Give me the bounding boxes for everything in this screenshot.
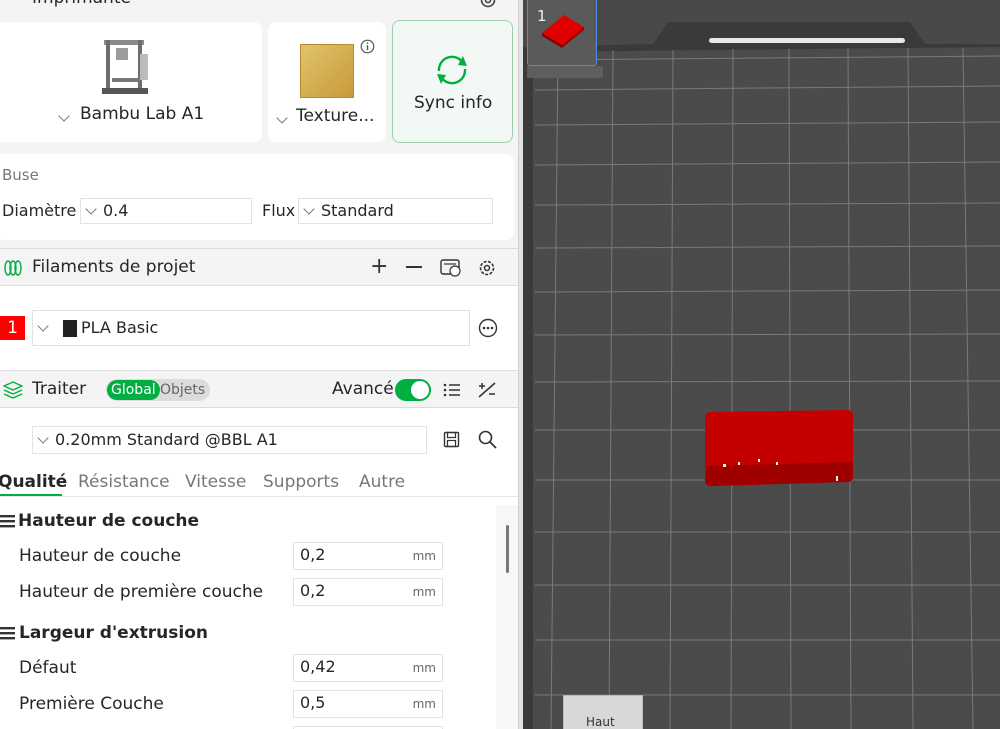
default-width-value: 0,42 bbox=[300, 657, 336, 676]
filament-index: 1 bbox=[7, 318, 18, 338]
nozzle-diameter-label: Diamètre bbox=[2, 201, 77, 220]
remove-filament-icon[interactable] bbox=[406, 266, 422, 268]
toggle-objects[interactable]: Objets bbox=[160, 380, 205, 400]
filament-select[interactable]: PLA Basic bbox=[32, 310, 470, 346]
sync-icon bbox=[437, 55, 467, 85]
brand-logo-icon bbox=[63, 320, 77, 337]
global-objects-toggle[interactable]: Global Objets bbox=[106, 379, 210, 401]
layer-height-group-icon bbox=[0, 515, 15, 528]
advanced-label: Avancé bbox=[332, 379, 394, 399]
plate-card[interactable]: Texture... bbox=[268, 22, 386, 142]
bed-surface bbox=[533, 47, 1000, 729]
3d-viewport[interactable]: 1 Haut bbox=[523, 0, 1000, 729]
tab-speed[interactable]: Vitesse bbox=[185, 472, 246, 492]
first-layer-width-label: Première Couche bbox=[19, 694, 164, 714]
line-width-group-icon bbox=[0, 627, 15, 640]
tab-other[interactable]: Autre bbox=[359, 472, 405, 492]
filament-color-badge[interactable]: 1 bbox=[0, 316, 25, 340]
process-preset-value: 0.20mm Standard @BBL A1 bbox=[55, 430, 278, 449]
first-layer-height-label: Hauteur de première couche bbox=[19, 582, 264, 602]
plate-chevron-icon bbox=[276, 110, 294, 129]
advanced-switch[interactable] bbox=[395, 379, 431, 401]
bed-handle bbox=[709, 38, 905, 43]
nozzle-card: Buse bbox=[0, 154, 514, 240]
layer-height-unit: mm bbox=[412, 549, 436, 563]
process-section-header: Traiter Global Objets Avancé bbox=[0, 370, 518, 408]
filament-spool-icon bbox=[4, 260, 22, 276]
save-preset-icon[interactable] bbox=[443, 431, 460, 448]
view-cube-top[interactable]: Haut bbox=[563, 695, 643, 729]
layer-height-label: Hauteur de couche bbox=[19, 546, 182, 566]
layer-height-group-title: Hauteur de couche bbox=[18, 511, 200, 531]
filament-settings-icon[interactable] bbox=[478, 259, 496, 277]
toggle-global[interactable]: Global bbox=[107, 380, 160, 400]
first-layer-width-value: 0,5 bbox=[300, 693, 326, 712]
compare-icon[interactable] bbox=[477, 381, 497, 399]
add-filament-icon[interactable]: + bbox=[370, 254, 388, 279]
filament-name: PLA Basic bbox=[81, 318, 159, 337]
tab-supports[interactable]: Supports bbox=[263, 472, 339, 492]
process-preset-select[interactable]: 0.20mm Standard @BBL A1 bbox=[32, 426, 427, 454]
first-layer-height-unit: mm bbox=[412, 585, 436, 599]
nozzle-diameter-value: 0.4 bbox=[103, 201, 129, 220]
default-width-input[interactable]: 0,42 mm bbox=[293, 654, 443, 682]
filament-chevron-icon bbox=[37, 320, 49, 332]
info-icon[interactable] bbox=[360, 39, 375, 54]
preset-chevron-icon bbox=[37, 432, 49, 444]
flow-chevron-icon bbox=[303, 203, 315, 215]
nozzle-diameter-select[interactable]: 0.4 bbox=[80, 198, 252, 224]
tabs-divider bbox=[0, 496, 518, 497]
settings-scrollbar[interactable] bbox=[496, 505, 518, 729]
first-layer-width-unit: mm bbox=[412, 697, 436, 711]
filaments-section-title: Filaments de projet bbox=[32, 257, 196, 277]
flow-select[interactable]: Standard bbox=[298, 198, 493, 224]
printer-card[interactable]: Bambu Lab A1 bbox=[0, 22, 262, 142]
first-layer-height-input[interactable]: 0,2 mm bbox=[293, 578, 443, 606]
nozzle-section-label: Buse bbox=[2, 166, 39, 184]
left-panel: Imprimante Bambu Lab A1 Texture... Sync … bbox=[0, 0, 518, 729]
filament-more-icon[interactable] bbox=[478, 318, 498, 338]
printed-model[interactable] bbox=[705, 410, 853, 486]
plate-thumbnail-model-icon bbox=[542, 15, 584, 48]
printer-section-header: Imprimante bbox=[0, 0, 518, 14]
layer-height-value: 0,2 bbox=[300, 545, 326, 564]
process-section-title: Traiter bbox=[32, 379, 87, 399]
first-layer-height-value: 0,2 bbox=[300, 581, 326, 600]
first-layer-width-input[interactable]: 0,5 mm bbox=[293, 690, 443, 718]
layer-height-input[interactable]: 0,2 mm bbox=[293, 542, 443, 570]
layers-icon bbox=[3, 381, 23, 399]
plate-thumbnail-footer bbox=[527, 66, 603, 78]
flow-value: Standard bbox=[321, 201, 394, 220]
plate-texture-icon bbox=[300, 44, 354, 98]
default-width-unit: mm bbox=[412, 661, 436, 675]
list-view-icon[interactable] bbox=[443, 382, 461, 398]
advanced-switch-knob bbox=[411, 381, 429, 399]
filament-list: 1 PLA Basic bbox=[0, 286, 518, 370]
plate-type-label: Texture... bbox=[296, 106, 375, 126]
printer-settings-icon[interactable] bbox=[478, 0, 498, 10]
line-width-group-title: Largeur d'extrusion bbox=[19, 623, 209, 643]
default-width-label: Défaut bbox=[19, 658, 77, 678]
sync-info-label: Sync info bbox=[414, 93, 493, 113]
printer-model-label: Bambu Lab A1 bbox=[80, 104, 205, 124]
tab-quality[interactable]: Qualité bbox=[0, 472, 67, 492]
printer-section-title: Imprimante bbox=[32, 0, 131, 8]
tab-strength[interactable]: Résistance bbox=[78, 472, 170, 492]
search-icon[interactable] bbox=[478, 430, 497, 449]
filaments-section-header: Filaments de projet + bbox=[0, 248, 518, 286]
diameter-chevron-icon bbox=[85, 203, 97, 215]
settings-scrollbar-thumb[interactable] bbox=[506, 525, 509, 573]
filament-sync-icon[interactable] bbox=[440, 258, 462, 278]
flow-label: Flux bbox=[262, 201, 296, 220]
plate-thumbnail[interactable]: 1 bbox=[527, 0, 597, 66]
build-plate[interactable] bbox=[523, 0, 1000, 729]
printer-chevron-icon bbox=[58, 108, 76, 127]
printer-icon bbox=[102, 40, 148, 94]
view-cube-label: Haut bbox=[586, 715, 615, 729]
sync-info-button[interactable]: Sync info bbox=[392, 20, 513, 143]
